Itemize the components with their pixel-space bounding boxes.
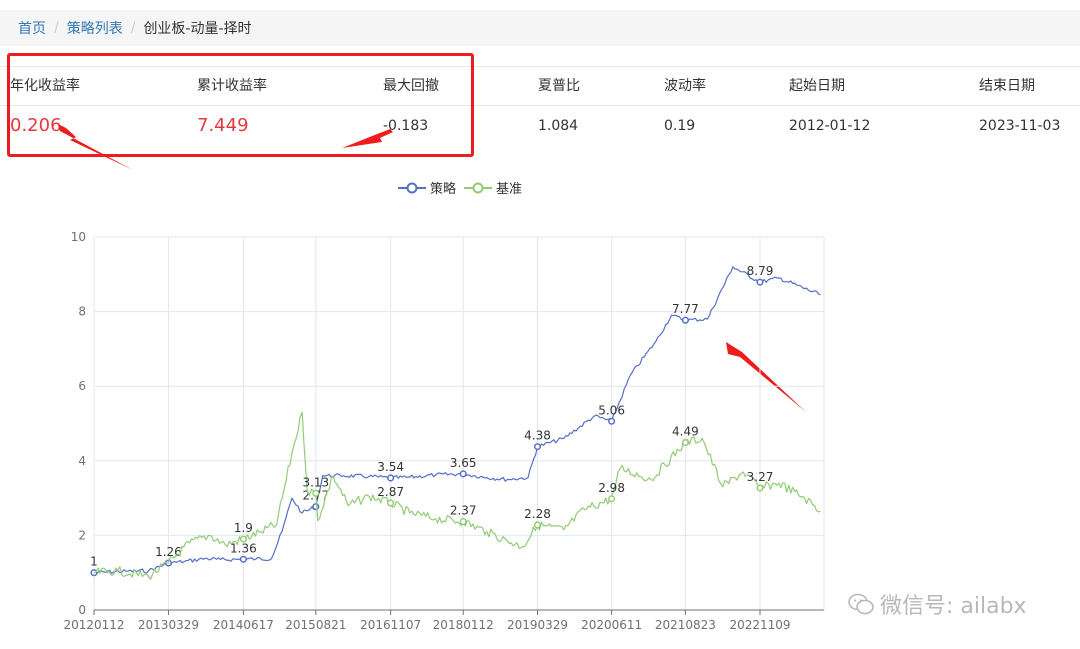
watermark-text: 微信号: ailabx	[880, 594, 1027, 619]
benchmark-data-label: 2.37	[450, 504, 477, 518]
x-tick-label: 20180112	[433, 618, 494, 632]
x-tick-label: 20221109	[729, 618, 790, 632]
x-tick-label: 20190329	[507, 618, 568, 632]
chart-legend: 策略 基准	[0, 178, 1080, 198]
strategy-data-label: 1.36	[230, 541, 257, 555]
wechat-icon	[848, 593, 874, 615]
benchmark-data-label: 2.28	[524, 507, 551, 521]
strategy-point	[312, 503, 320, 511]
legend-benchmark-label: 基准	[496, 182, 523, 197]
strategy-point	[459, 470, 467, 478]
benchmark-point	[387, 499, 395, 507]
strategy-data-label: 7.77	[672, 302, 699, 316]
legend-item-strategy[interactable]: 策略	[398, 178, 456, 197]
benchmark-point	[533, 521, 542, 529]
watermark: 微信号: ailabx	[848, 588, 1027, 620]
strategy-line	[93, 266, 821, 574]
benchmark-point	[312, 489, 320, 497]
line-chart: 0 2 4 6 8 10 20120112 20130329 20140617 20150821 2…	[63, 230, 825, 632]
strategy-data-label: 8.79	[747, 264, 774, 278]
benchmark-point	[608, 495, 616, 503]
y-tick-label: 2	[78, 528, 86, 542]
x-tick-label: 20210823	[655, 618, 716, 632]
strategy-data-label: 4.38	[524, 429, 551, 443]
benchmark-point	[239, 535, 247, 543]
y-tick-label: 10	[71, 230, 86, 244]
strategy-point	[756, 278, 764, 286]
benchmark-data-label: 2.87	[377, 485, 404, 499]
x-tick-label: 20200611	[581, 618, 642, 632]
strategy-data-label: 3.65	[450, 456, 477, 470]
benchmark-data-label: 1.9	[234, 521, 253, 535]
x-tick-label: 20150821	[285, 618, 346, 632]
y-tick-label: 0	[78, 603, 86, 617]
benchmark-data-label: 3.13	[302, 475, 329, 489]
red-arrow-annual-return	[58, 124, 133, 170]
benchmark-point	[681, 438, 689, 447]
strategy-point	[608, 417, 616, 425]
benchmark-line	[93, 411, 821, 580]
x-tick-label: 20161107	[360, 618, 421, 632]
strategy-point	[681, 316, 689, 324]
strategy-data-label: 5.06	[598, 403, 625, 417]
strategy-data-label: 1	[90, 555, 98, 569]
y-tick-label: 8	[78, 305, 86, 319]
y-tick-label: 6	[78, 379, 86, 393]
red-arrow-max-drawdown	[342, 129, 393, 148]
legend-strategy-icon	[398, 182, 426, 193]
benchmark-data-label: 3.27	[747, 470, 774, 484]
strategy-point	[239, 555, 247, 563]
benchmark-data-label: 2.98	[598, 481, 625, 495]
legend-item-benchmark[interactable]: 基准	[464, 178, 522, 197]
legend-benchmark-icon	[464, 182, 492, 193]
legend-strategy-label: 策略	[430, 182, 457, 197]
strategy-point	[533, 443, 542, 451]
y-tick-label: 4	[78, 454, 86, 468]
x-tick-label: 20120112	[63, 618, 124, 632]
strategy-data-label: 3.54	[377, 460, 404, 474]
x-tick-label: 20130329	[138, 618, 199, 632]
benchmark-point	[756, 484, 764, 492]
benchmark-data-label: 4.49	[672, 425, 699, 439]
strategy-point	[387, 474, 395, 482]
x-tick-label: 20140617	[213, 618, 274, 632]
benchmark-point	[459, 518, 467, 526]
strategy-data-label: 1.26	[155, 545, 182, 559]
